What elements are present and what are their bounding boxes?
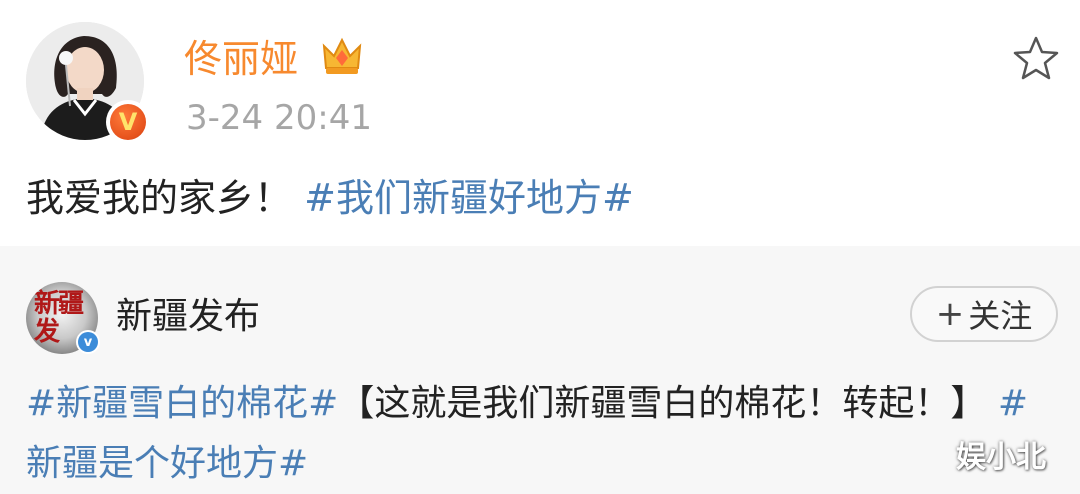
repost-text-body: 【这就是我们新疆雪白的棉花！转起！】 xyxy=(338,383,987,424)
repost-topic-link-1[interactable]: #新疆雪白的棉花# xyxy=(26,383,338,424)
topic-link[interactable]: #我们新疆好地方# xyxy=(304,176,634,220)
post-timestamp: 3-24 20:41 xyxy=(186,98,372,138)
repost-text: #新疆雪白的棉花#【这就是我们新疆雪白的棉花！转起！】 #新疆是个好地方# xyxy=(26,374,1036,494)
follow-button[interactable]: + 关注 xyxy=(910,286,1058,342)
verified-badge-icon: V xyxy=(106,100,150,144)
watermark: 娱小北 xyxy=(956,440,1046,475)
reposted-content[interactable]: 新疆发 v 新疆发布 + 关注 #新疆雪白的棉花#【这就是我们新疆雪白的棉花！转… xyxy=(0,246,1080,492)
post-text: 我爱我的家乡！ #我们新疆好地方# xyxy=(26,170,634,226)
repost-verified-icon: v xyxy=(76,330,100,354)
repost-username[interactable]: 新疆发布 xyxy=(116,292,260,342)
crown-icon[interactable] xyxy=(320,34,364,78)
weibo-post: V 佟丽娅 3-24 20:41 我爱我的家乡！ #我们新疆好地方# xyxy=(0,0,1080,246)
post-text-body: 我爱我的家乡！ xyxy=(26,176,293,220)
star-icon[interactable] xyxy=(1011,34,1061,84)
username[interactable]: 佟丽娅 xyxy=(184,34,298,84)
follow-button-label: 关注 xyxy=(968,297,1033,335)
plus-icon: + xyxy=(935,294,965,334)
